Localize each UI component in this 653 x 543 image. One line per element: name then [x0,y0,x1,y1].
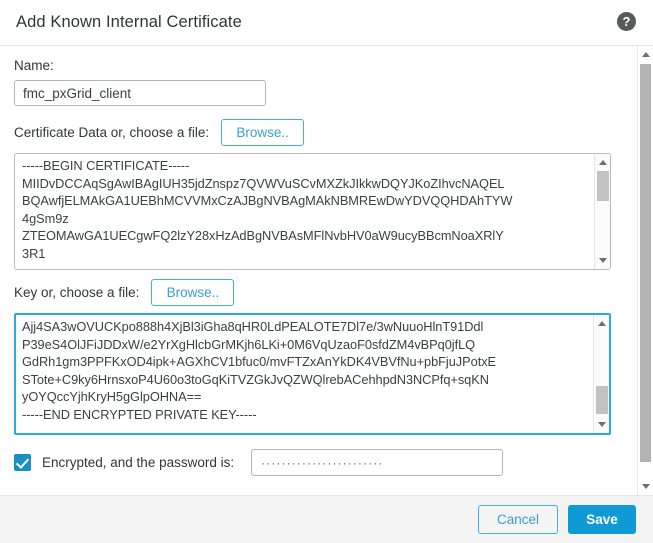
help-circle-icon[interactable]: ? [617,12,636,31]
dialog-body: Name: Certificate Data or, choose a file… [0,45,653,495]
name-input[interactable] [14,80,266,106]
dialog-scrollbar[interactable] [637,46,653,495]
certificate-scroll-up-icon[interactable] [595,155,610,170]
key-scroll-down-icon[interactable] [594,417,609,432]
key-scroll-thumb[interactable] [596,386,608,414]
certificate-data-label: Certificate Data or, choose a file: [14,125,210,140]
certificate-label-row: Certificate Data or, choose a file: Brow… [14,119,623,146]
key-text: Ajj4SA3wOVUCKpo888h4XjBl3iGha8qHR0LdPEAL… [22,319,497,422]
cancel-button[interactable]: Cancel [478,505,558,534]
encrypted-label: Encrypted, and the password is: [42,455,235,470]
name-label: Name: [14,58,54,73]
key-label-row: Key or, choose a file: Browse.. [14,279,623,306]
dialog-scroll-down-icon[interactable] [638,479,653,494]
key-textarea[interactable]: Ajj4SA3wOVUCKpo888h4XjBl3iGha8qHR0LdPEAL… [14,313,611,435]
add-known-internal-certificate-dialog: Add Known Internal Certificate ? Name: C… [0,0,653,543]
dialog-scroll-up-icon[interactable] [638,47,653,62]
encrypted-row: Encrypted, and the password is: [14,449,623,476]
check-icon [15,455,30,469]
dialog-body-content: Name: Certificate Data or, choose a file… [0,46,637,495]
encrypted-checkbox[interactable] [14,454,31,471]
dialog-title: Add Known Internal Certificate [16,13,242,32]
certificate-data-textarea[interactable]: -----BEGIN CERTIFICATE----- MIIDvDCCAqSg… [14,153,611,270]
key-scrollbar[interactable] [593,315,609,433]
certificate-scroll-down-icon[interactable] [595,253,610,268]
key-scroll-up-icon[interactable] [594,316,609,331]
key-label: Key or, choose a file: [14,285,140,300]
dialog-scroll-thumb[interactable] [640,64,651,462]
certificate-scroll-thumb[interactable] [597,171,609,201]
key-browse-button[interactable]: Browse.. [151,279,235,306]
certificate-browse-button[interactable]: Browse.. [221,119,305,146]
certificate-data-text: -----BEGIN CERTIFICATE----- MIIDvDCCAqSg… [22,158,513,261]
password-input[interactable] [251,449,504,476]
certificate-scrollbar[interactable] [594,154,610,269]
save-button[interactable]: Save [568,505,636,534]
dialog-header: Add Known Internal Certificate ? [0,0,653,45]
dialog-footer: Cancel Save [0,495,653,543]
